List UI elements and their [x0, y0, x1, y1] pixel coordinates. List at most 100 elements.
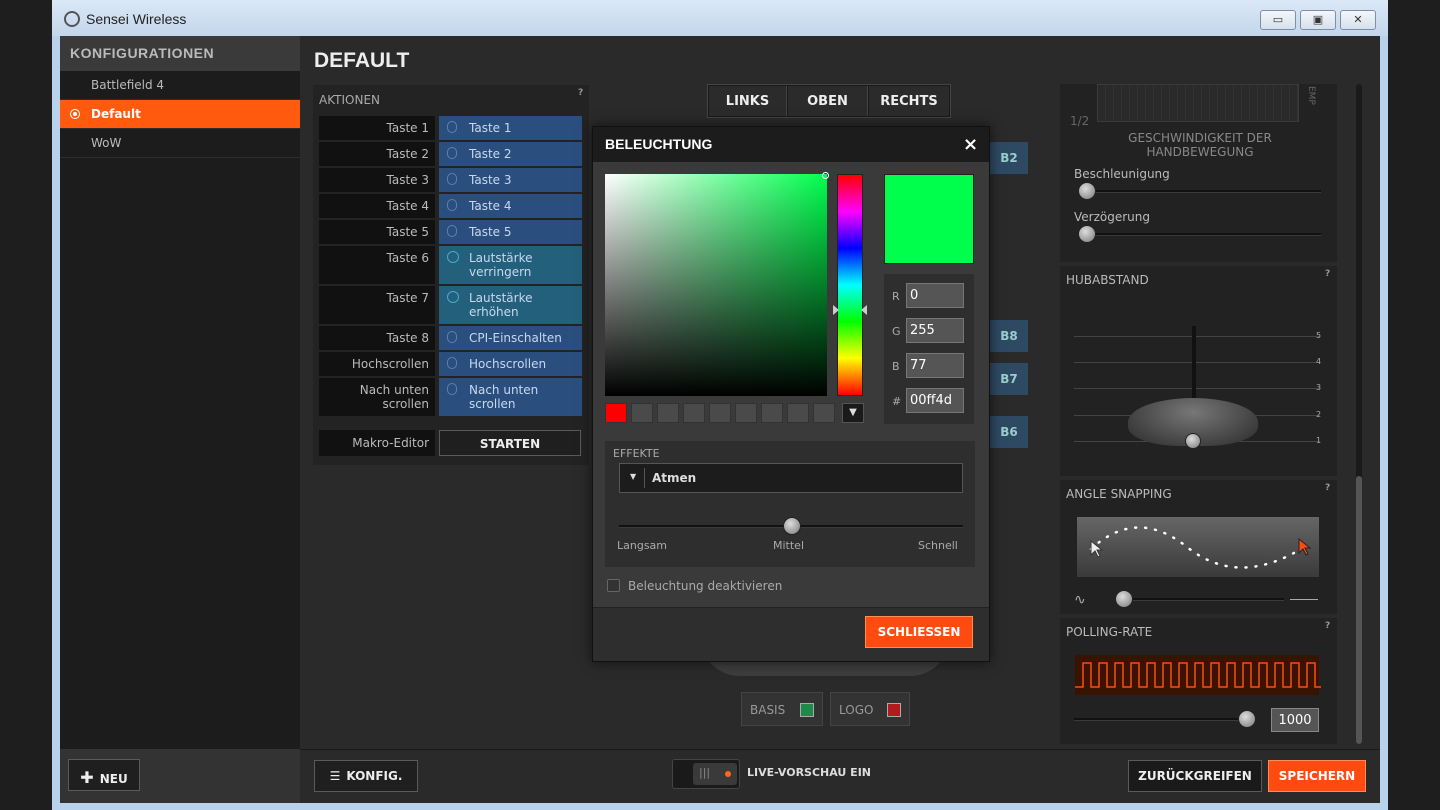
action-row[interactable]: Taste 7 Lautstärke erhöhen: [319, 286, 582, 324]
polling-slider-knob[interactable]: [1238, 710, 1256, 728]
konfig-button[interactable]: ☰ KONFIG.: [314, 760, 418, 792]
color-swatch-red[interactable]: [605, 403, 627, 423]
disable-lighting-label: Beleuchtung deaktivieren: [628, 579, 783, 593]
tab-oben[interactable]: OBEN: [788, 86, 868, 116]
accel-slider[interactable]: [1078, 190, 1321, 193]
effects-title: EFFEKTE: [613, 447, 660, 460]
selected-indicator-icon: [70, 109, 80, 119]
save-button[interactable]: SPEICHERN: [1268, 760, 1366, 792]
tab-rechts[interactable]: RECHTS: [869, 86, 949, 116]
action-value[interactable]: Taste 5: [439, 220, 582, 244]
decel-slider[interactable]: [1078, 233, 1321, 236]
color-swatch-empty[interactable]: [787, 403, 809, 423]
action-value-label: Taste 4: [469, 199, 512, 213]
b-input[interactable]: 77: [906, 353, 964, 378]
g-input[interactable]: 255: [906, 318, 964, 343]
decel-slider-knob[interactable]: [1078, 225, 1096, 243]
angle-curve-graphic: [1089, 526, 1312, 569]
scrollbar-thumb[interactable]: [1356, 476, 1362, 744]
action-row[interactable]: Nach unten scrollen Nach unten scrollen: [319, 378, 582, 416]
wave-icon: ∿: [1074, 592, 1086, 608]
zone-logo-button[interactable]: LOGO: [830, 692, 910, 726]
color-swatch-empty[interactable]: [709, 403, 731, 423]
minimize-button[interactable]: ▭: [1260, 10, 1296, 30]
lift-slider-knob[interactable]: [1185, 433, 1201, 449]
color-swatch-empty[interactable]: [813, 403, 835, 423]
mouse-button-b6[interactable]: B6: [990, 416, 1028, 448]
zone-logo-label: LOGO: [839, 703, 874, 717]
color-swatch-empty[interactable]: [735, 403, 757, 423]
swatch-dropdown-chevron-down-icon[interactable]: ▼: [842, 403, 864, 423]
bottom-bar: ☰ KONFIG. ||| LIVE-VORSCHAU EIN ZURÜCKGRE…: [300, 749, 1380, 803]
new-config-button[interactable]: ✚ NEU: [68, 759, 140, 791]
revert-button[interactable]: ZURÜCKGREIFEN: [1128, 760, 1262, 792]
action-value[interactable]: Taste 1: [439, 116, 582, 140]
mouse-button-b7[interactable]: B7: [990, 363, 1028, 395]
right-panel: EMP 1/2 GESCHWINDIGKEIT DER HANDBEWEGUNG…: [1060, 84, 1337, 744]
action-value[interactable]: Taste 4: [439, 194, 582, 218]
action-row[interactable]: Taste 8 CPI-Einschalten: [319, 326, 582, 350]
action-value[interactable]: Taste 3: [439, 168, 582, 192]
live-preview-toggle[interactable]: |||: [672, 759, 740, 789]
close-icon[interactable]: ×: [963, 134, 978, 155]
action-row[interactable]: Taste 4 Taste 4: [319, 194, 582, 218]
config-item-battlefield-4[interactable]: Battlefield 4: [60, 71, 300, 100]
color-swatch-empty[interactable]: [631, 403, 653, 423]
hue-arrow-left-icon[interactable]: [833, 305, 839, 315]
straight-line-icon: [1290, 599, 1318, 600]
close-window-button[interactable]: ✕: [1340, 10, 1376, 30]
accel-slider-knob[interactable]: [1078, 182, 1096, 200]
angle-slider[interactable]: [1116, 598, 1284, 601]
macro-editor-label: Makro-Editor: [319, 430, 435, 456]
speed-slow-label: Langsam: [617, 539, 668, 552]
config-sidebar: KONFIGURATIONEN Battlefield 4 Default Wo…: [60, 36, 300, 803]
color-swatch-empty[interactable]: [761, 403, 783, 423]
action-row[interactable]: Taste 5 Taste 5: [319, 220, 582, 244]
color-swatch-empty[interactable]: [657, 403, 679, 423]
config-item-wow[interactable]: WoW: [60, 129, 300, 158]
hex-input[interactable]: 00ff4d: [906, 388, 964, 413]
lift-help-icon[interactable]: ?: [1325, 269, 1330, 279]
maximize-button[interactable]: ▣: [1300, 10, 1336, 30]
action-row[interactable]: Taste 1 Taste 1: [319, 116, 582, 140]
tab-links[interactable]: LINKS: [709, 86, 787, 116]
hue-arrow-right-icon[interactable]: [861, 305, 867, 315]
action-row[interactable]: Hochscrollen Hochscrollen: [319, 352, 582, 376]
angle-slider-knob[interactable]: [1115, 590, 1133, 608]
speed-slider-knob[interactable]: [783, 517, 801, 535]
b-label: B: [892, 360, 900, 373]
action-value[interactable]: Nach unten scrollen: [439, 378, 582, 416]
action-value[interactable]: Hochscrollen: [439, 352, 582, 376]
disable-lighting-checkbox[interactable]: [607, 579, 620, 592]
polling-help-icon[interactable]: ?: [1325, 621, 1330, 631]
config-item-default[interactable]: Default: [60, 100, 300, 129]
mouse-button-b2[interactable]: B2: [990, 142, 1028, 174]
action-row[interactable]: Taste 3 Taste 3: [319, 168, 582, 192]
mouse-icon: [447, 225, 457, 237]
zone-base-label: BASIS: [750, 703, 786, 717]
macro-start-button[interactable]: STARTEN: [439, 430, 581, 456]
effect-select[interactable]: ▼ Atmen: [619, 463, 963, 493]
action-row[interactable]: Taste 6 Lautstärke verringern: [319, 246, 582, 284]
angle-help-icon[interactable]: ?: [1325, 483, 1330, 493]
actions-help-icon[interactable]: ?: [578, 88, 583, 98]
action-row[interactable]: Taste 2 Taste 2: [319, 142, 582, 166]
action-value[interactable]: Taste 2: [439, 142, 582, 166]
hue-slider[interactable]: [837, 174, 863, 396]
zone-base-button[interactable]: BASIS: [741, 692, 823, 726]
action-value[interactable]: Lautstärke verringern: [439, 246, 582, 284]
polling-slider[interactable]: [1074, 718, 1250, 721]
lift-slider[interactable]: [1192, 326, 1196, 406]
color-swatch-empty[interactable]: [683, 403, 705, 423]
polling-rate-value[interactable]: 1000: [1271, 708, 1319, 732]
plus-icon: ✚: [80, 768, 94, 787]
color-field[interactable]: [605, 174, 827, 396]
r-input[interactable]: 0: [906, 283, 964, 308]
mouse-button-b8[interactable]: B8: [990, 320, 1028, 352]
client-area: KONFIGURATIONEN Battlefield 4 Default Wo…: [60, 36, 1380, 803]
dialog-title: BELEUCHTUNG: [593, 127, 989, 162]
action-value[interactable]: Lautstärke erhöhen: [439, 286, 582, 324]
action-value[interactable]: CPI-Einschalten: [439, 326, 582, 350]
close-dialog-button[interactable]: SCHLIESSEN: [865, 616, 973, 648]
color-picker-cursor[interactable]: [822, 172, 829, 179]
